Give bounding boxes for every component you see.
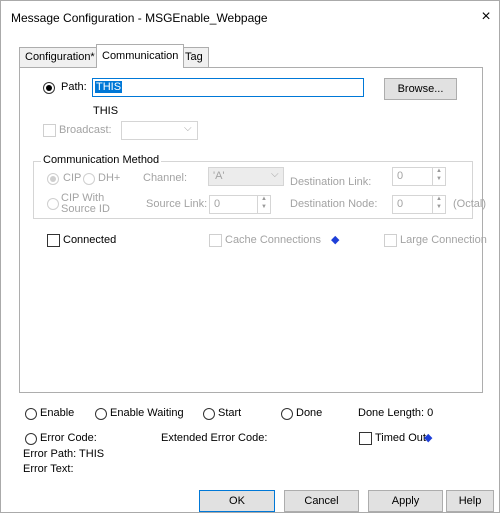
browse-button[interactable]: Browse... [384,78,457,100]
broadcast-checkbox[interactable] [43,124,56,137]
destination-node-input[interactable]: 0 ▲ ▼ [392,195,446,214]
chevron-down-icon: ⌵ [271,169,279,180]
destination-link-spinner[interactable]: ▲ ▼ [432,167,445,186]
enable-waiting-status-label: Enable Waiting [110,407,184,419]
enable-indicator [25,408,37,420]
cip-radio[interactable] [47,173,59,185]
message-configuration-dialog: Message Configuration - MSGEnable_Webpag… [0,0,500,513]
resolved-path-text: THIS [93,105,119,117]
done-indicator [281,408,293,420]
broadcast-select[interactable]: ⌵ [121,121,198,140]
enable-waiting-indicator [95,408,107,420]
cancel-button[interactable]: Cancel [284,490,359,512]
path-radio[interactable] [43,82,55,94]
window-title: Message Configuration - MSGEnable_Webpag… [11,11,268,25]
error-text-label: Error Text: [23,463,74,475]
source-link-spinner[interactable]: ▲ ▼ [257,195,270,214]
start-indicator [203,408,215,420]
error-path-text: Error Path: THIS [23,448,105,460]
arrow-pointer-icon: ◆ [424,432,433,444]
source-link-input[interactable]: 0 ▲ ▼ [209,195,271,214]
channel-select[interactable]: 'A' ⌵ [208,167,284,186]
large-connection-label: Large Connection [400,234,487,246]
large-connection-checkbox[interactable] [384,234,397,247]
timed-out-label: Timed Out [375,432,426,444]
start-status-label: Start [218,407,242,419]
cip-source-id-radio[interactable] [47,198,59,210]
tab-configuration[interactable]: Configuration* [19,47,101,67]
destination-link-value: 0 [397,170,404,182]
cache-connections-checkbox[interactable] [209,234,222,247]
apply-button[interactable]: Apply [368,490,443,512]
path-input-value: THIS [95,81,123,93]
extended-error-code-label: Extended Error Code: [161,432,268,444]
destination-node-spinner[interactable]: ▲ ▼ [432,195,445,214]
cip-source-id-label-line2: Source ID [61,203,110,215]
timed-out-checkbox[interactable] [359,432,372,445]
source-link-value: 0 [214,198,221,210]
channel-value: 'A' [213,170,225,182]
dhplus-radio[interactable] [83,173,95,185]
communication-method-legend: Communication Method [41,154,162,166]
error-code-indicator [25,433,37,445]
destination-node-label: Destination Node: [290,198,378,210]
octal-label: (Octal) [453,198,486,210]
close-icon[interactable]: × [477,8,495,26]
destination-link-input[interactable]: 0 ▲ ▼ [392,167,446,186]
tab-communication[interactable]: Communication [96,44,185,68]
error-code-label: Error Code: [40,432,97,444]
connected-checkbox[interactable] [47,234,60,247]
arrow-pointer-icon: ◆ [331,234,340,246]
dhplus-label: DH+ [98,172,121,184]
enable-status-label: Enable [40,407,75,419]
ok-button[interactable]: OK [199,490,275,512]
source-link-label: Source Link: [146,198,208,210]
channel-label: Channel: [143,172,188,184]
help-button[interactable]: Help [446,490,494,512]
path-label: Path: [61,81,87,93]
cip-source-id-label: CIP With Source ID [61,193,110,215]
broadcast-label: Broadcast: [59,124,112,136]
communication-panel [19,67,483,393]
destination-node-value: 0 [397,198,404,210]
connected-label: Connected [63,234,117,246]
cache-connections-label: Cache Connections [225,234,322,246]
done-status-label: Done [296,407,323,419]
path-input[interactable]: THIS [92,78,364,97]
done-length-text: Done Length: 0 [358,407,434,419]
chevron-down-icon: ⌵ [184,123,192,134]
destination-link-label: Destination Link: [290,176,372,188]
cip-label: CIP [63,172,82,184]
